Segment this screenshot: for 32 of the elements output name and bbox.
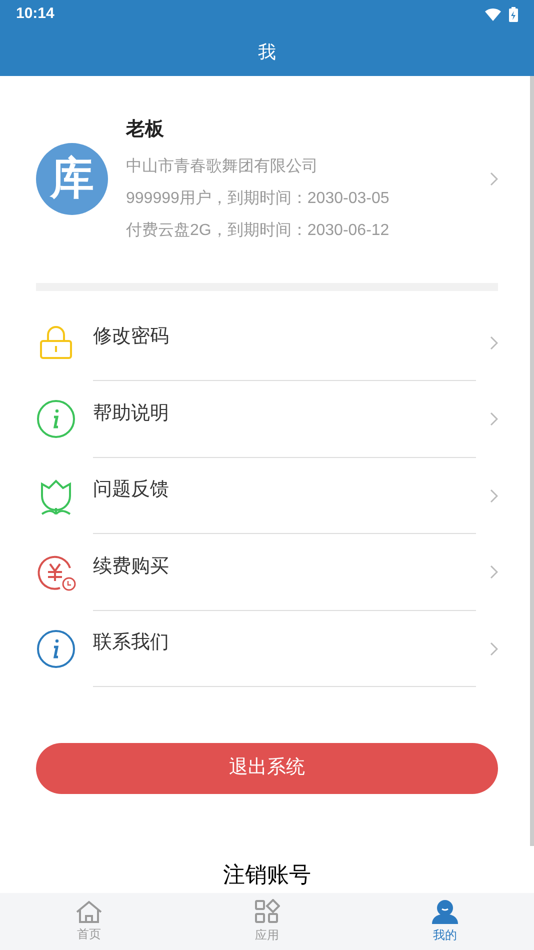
chevron-icon	[490, 336, 498, 350]
grid-icon	[254, 899, 280, 925]
user-name: 老板	[126, 118, 165, 142]
wifi-icon	[485, 8, 501, 20]
menu-item[interactable]: 帮助说明	[0, 381, 534, 458]
nav-tab[interactable]: 我的	[356, 893, 534, 950]
chevron-icon	[490, 565, 498, 580]
cancel-account-link[interactable]: 注销账号	[223, 862, 311, 888]
user-icon	[431, 899, 459, 925]
avatar: 库	[36, 143, 108, 216]
logout-button[interactable]: 退出系统	[36, 743, 498, 794]
menu-label: 续费购买	[93, 554, 169, 578]
menu-item[interactable]: 续费购买	[0, 534, 534, 610]
status-time: 10:14	[16, 4, 54, 24]
chevron-icon	[490, 172, 498, 186]
company-name: 中山市青春歌舞团有限公司	[126, 156, 319, 176]
subscription-info: 999999用户，到期时间：2030-03-05	[126, 188, 390, 208]
home-icon	[75, 900, 103, 924]
chevron-icon	[490, 412, 498, 426]
subscription-info: 付费云盘2G，到期时间：2030-06-12	[126, 220, 390, 240]
chevron-icon	[490, 488, 498, 503]
page-title: 我	[258, 40, 276, 64]
menu-item[interactable]: 问题反馈	[0, 458, 534, 534]
menu-label: 联系我们	[93, 631, 169, 655]
menu-label: 问题反馈	[93, 478, 169, 502]
profile-card[interactable]: 库 老板 中山市青春歌舞团有限公司 999999用户，到期时间：2030-03-05 付费云盘2G，到期时间：2030-06-12	[0, 76, 534, 282]
battery-icon	[509, 6, 518, 22]
menu-item[interactable]: 修改密码	[0, 304, 534, 381]
menu-label: 帮助说明	[93, 402, 169, 426]
chevron-icon	[490, 642, 498, 656]
menu-item[interactable]: 联系我们	[0, 610, 534, 687]
menu-label: 修改密码	[93, 325, 169, 349]
